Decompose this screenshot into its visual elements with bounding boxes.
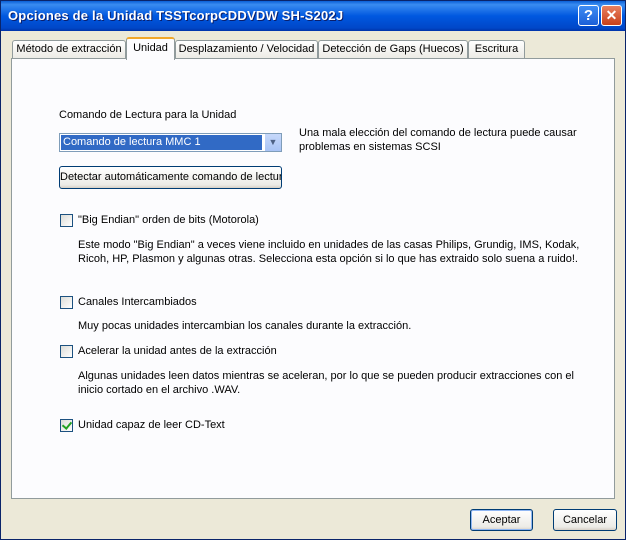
big-endian-label[interactable]: "Big Endian" orden de bits (Motorola): [78, 214, 259, 226]
options-dialog: Opciones de la Unidad TSSTcorpCDDVDW SH-…: [0, 0, 626, 540]
swap-channels-description: Muy pocas unidades intercambian los cana…: [78, 320, 412, 332]
help-button[interactable]: ?: [578, 5, 599, 26]
read-command-value: Comando de lectura MMC 1: [61, 135, 262, 150]
tab-gap-detection[interactable]: Detección de Gaps (Huecos): [318, 40, 468, 58]
tab-extraction-method[interactable]: Método de extracción: [12, 40, 126, 58]
tab-offset-speed[interactable]: Desplazamiento / Velocidad: [175, 40, 318, 58]
big-endian-description-1: Este modo "Big Endian" a veces viene inc…: [78, 239, 580, 251]
cd-text-label[interactable]: Unidad capaz de leer CD-Text: [78, 419, 225, 431]
cancel-button[interactable]: Cancelar: [553, 509, 617, 531]
spin-up-description-2: inicio cortado en el archivo .WAV.: [78, 384, 241, 396]
read-command-label: Comando de Lectura para la Unidad: [59, 109, 237, 121]
big-endian-description-2: Ricoh, HP, Plasmon y algunas otras. Sele…: [78, 253, 578, 265]
spin-up-checkbox[interactable]: [60, 345, 73, 358]
title-bar[interactable]: Opciones de la Unidad TSSTcorpCDDVDW SH-…: [1, 1, 625, 31]
ok-button[interactable]: Aceptar: [470, 509, 533, 531]
chevron-down-icon[interactable]: ▼: [264, 134, 281, 151]
swap-channels-label[interactable]: Canales Intercambiados: [78, 296, 197, 308]
read-command-select[interactable]: Comando de lectura MMC 1 ▼: [59, 133, 282, 152]
cd-text-checkbox[interactable]: [60, 419, 73, 432]
spin-up-description-1: Algunas unidades leen datos mientras se …: [78, 370, 574, 382]
detect-read-command-button[interactable]: Detectar automáticamente comando de lect…: [59, 166, 282, 189]
swap-channels-checkbox[interactable]: [60, 296, 73, 309]
tab-drive[interactable]: Unidad: [126, 37, 175, 60]
big-endian-checkbox[interactable]: [60, 214, 73, 227]
spin-up-label[interactable]: Acelerar la unidad antes de la extracció…: [78, 345, 277, 357]
close-button[interactable]: ✕: [601, 5, 622, 26]
window-title: Opciones de la Unidad TSSTcorpCDDVDW SH-…: [8, 8, 344, 23]
tab-writing[interactable]: Escritura: [468, 40, 525, 58]
drive-tab-panel: [11, 58, 615, 499]
read-command-warning-line-2: problemas en sistemas SCSI: [299, 141, 441, 153]
read-command-warning-line-1: Una mala elección del comando de lectura…: [299, 127, 577, 139]
